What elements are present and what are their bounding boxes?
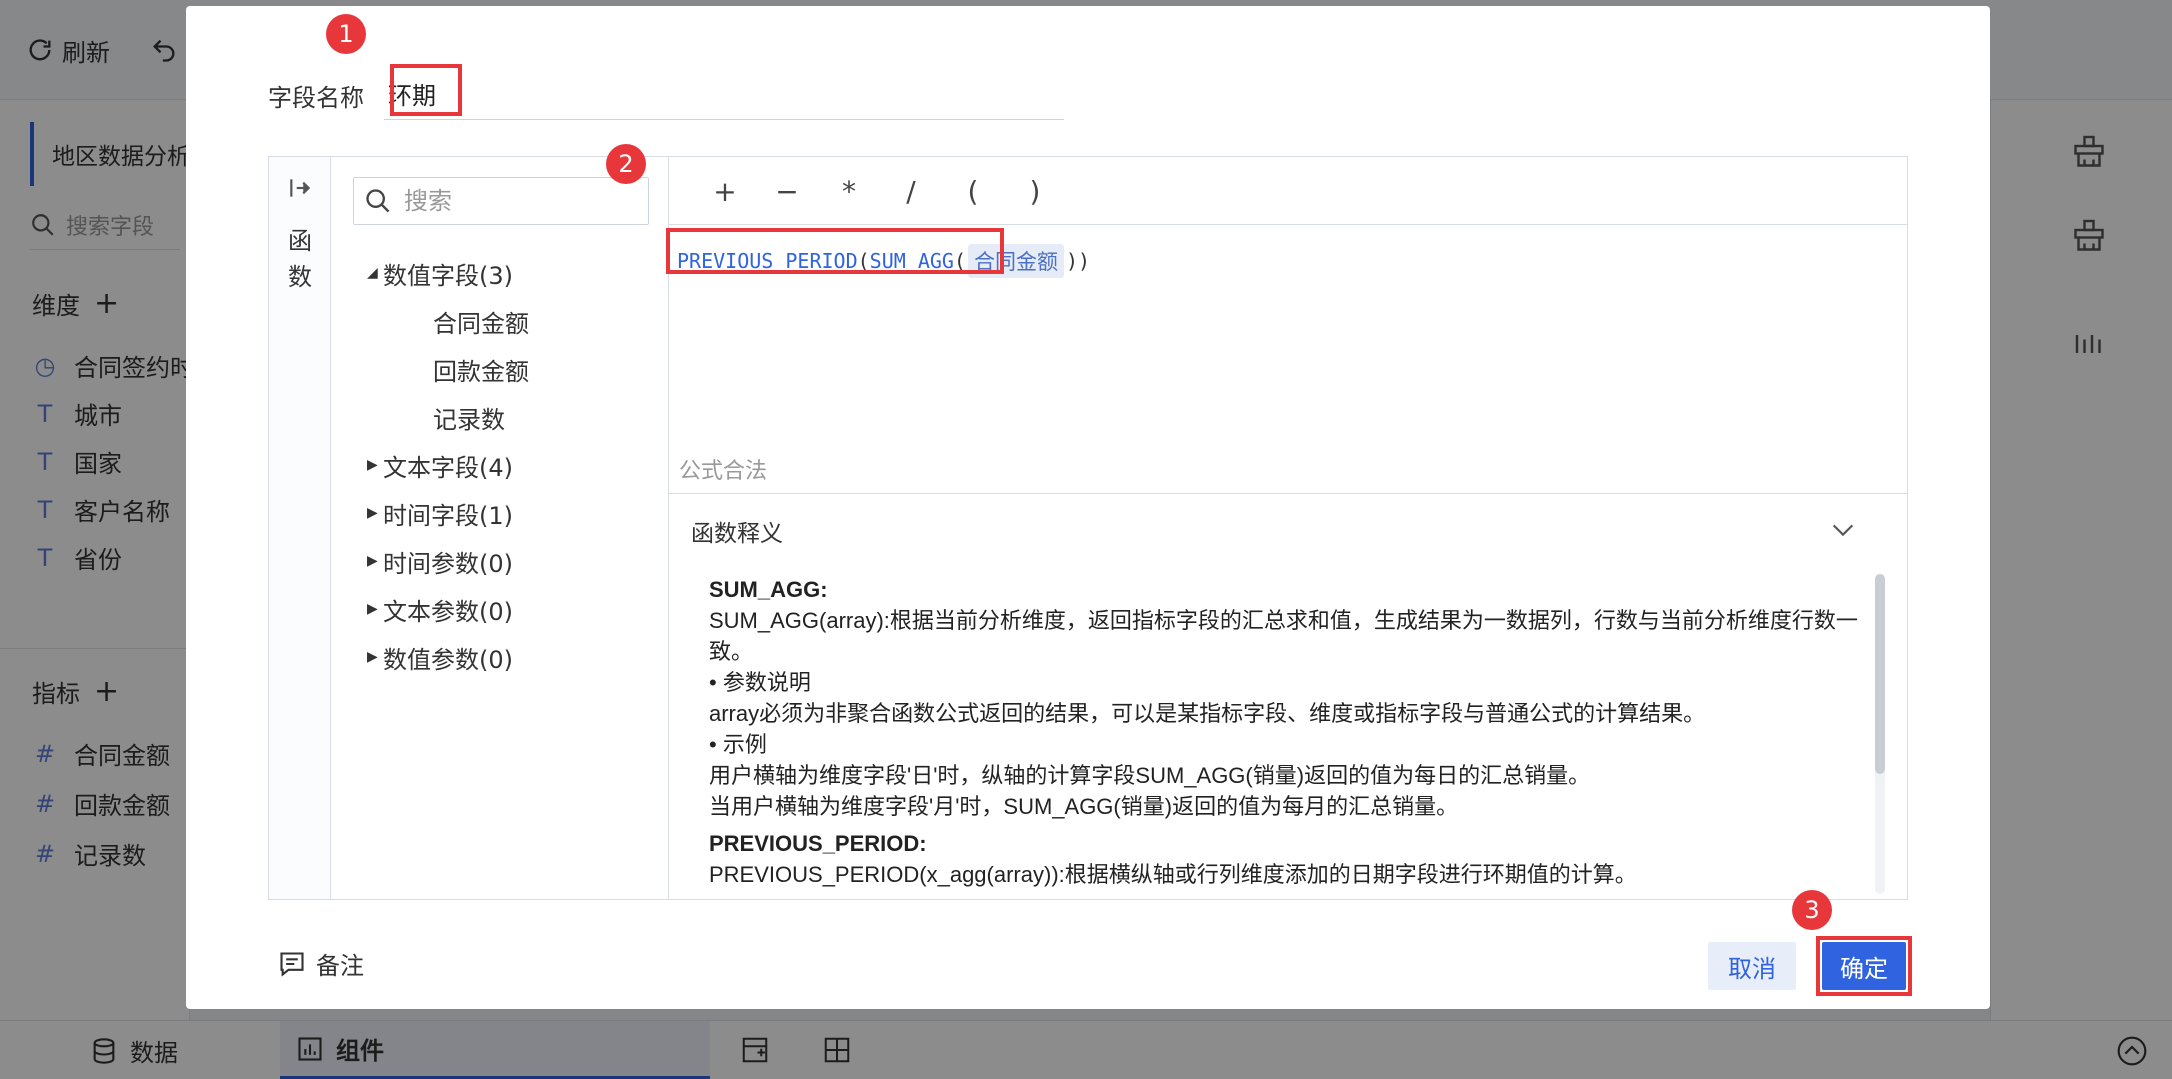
function-rail: 函数 [269, 157, 331, 899]
caret-right-icon: ▶ [367, 601, 378, 617]
doc-header: 函数释义 [691, 521, 783, 547]
field-search-box[interactable] [353, 177, 649, 225]
tree-node-number-fields[interactable]: ◢ 数值字段(3) [367, 253, 513, 293]
doc-example-2: 当用户横轴为维度字段'月'时，SUM_AGG(销量)返回的值为每月的汇总销量。 [709, 794, 1459, 819]
field-search-input[interactable] [404, 187, 624, 215]
tree-leaf[interactable]: 记录数 [433, 397, 505, 437]
function-doc-panel: 函数释义 SUM_AGG: SUM_AGG(array):根据当前分析维度，返回… [669, 493, 1907, 899]
chevron-down-icon[interactable] [1829, 516, 1857, 544]
cancel-button[interactable]: 取消 [1708, 942, 1796, 990]
doc-example-1: 用户横轴为维度字段'日'时，纵轴的计算字段SUM_AGG(销量)返回的值为每日的… [709, 763, 1591, 788]
highlight-box [666, 228, 1004, 274]
step-badge-3: 3 [1792, 890, 1832, 930]
doc-example-title: • 示例 [709, 732, 767, 757]
function-tab[interactable]: 函数 [285, 223, 315, 295]
calculated-field-dialog: 1 字段名称 函数 ◢ 数值字段(3) 合同金额 回款金额 记录数 ▶ 文本字段(4… [186, 6, 1990, 1009]
operator-divide[interactable]: / [891, 171, 931, 211]
tree-node-label: 时间参数(0) [383, 549, 513, 578]
tree-node-text-fields[interactable]: ▶ 文本字段(4) [367, 445, 513, 485]
caret-right-icon: ▶ [367, 505, 378, 521]
highlight-box [390, 64, 462, 116]
comment-icon [280, 951, 304, 977]
expand-panel-icon[interactable] [287, 175, 313, 201]
tree-node-label: 数值参数(0) [383, 645, 513, 674]
tree-node-label: 数值字段(3) [383, 261, 513, 290]
tree-node-time-params[interactable]: ▶ 时间参数(0) [367, 541, 513, 581]
scroll-thumb[interactable] [1875, 574, 1885, 774]
step-badge-2: 2 [606, 144, 646, 184]
doc-prev-title: PREVIOUS_PERIOD: [709, 831, 927, 856]
tree-node-time-fields[interactable]: ▶ 时间字段(1) [367, 493, 513, 533]
doc-param-desc: array必须为非聚合函数公式返回的结果，可以是某指标字段、维度或指标字段与普通… [709, 701, 1706, 726]
operator-left-paren[interactable]: ( [953, 171, 993, 211]
field-name-label: 字段名称 [268, 84, 364, 112]
paren: )) [1066, 249, 1091, 273]
step-badge-1: 1 [326, 14, 366, 54]
doc-prev-desc: PREVIOUS_PERIOD(x_agg(array)):根据横纵轴或行列维度… [709, 862, 1637, 887]
doc-body: SUM_AGG: SUM_AGG(array):根据当前分析维度，返回指标字段的… [709, 574, 1869, 890]
formula-editor: 函数 ◢ 数值字段(3) 合同金额 回款金额 记录数 ▶ 文本字段(4) ▶ 时间字段… [268, 156, 1908, 900]
operator-minus[interactable]: − [767, 171, 807, 211]
note-label: 备注 [316, 952, 364, 980]
tree-node-number-params[interactable]: ▶ 数值参数(0) [367, 637, 513, 677]
operator-plus[interactable]: + [705, 171, 745, 211]
field-name-field[interactable] [384, 68, 1064, 120]
note-button[interactable]: 备注 [278, 946, 364, 981]
doc-sum-agg-title: SUM_AGG: [709, 577, 828, 602]
tree-node-label: 时间字段(1) [383, 501, 513, 530]
operator-bar: + − * / ( ) [669, 157, 1907, 225]
tree-node-label: 文本参数(0) [383, 597, 513, 626]
caret-right-icon: ▶ [367, 457, 378, 473]
tree-leaf[interactable]: 合同金额 [433, 301, 529, 341]
caret-right-icon: ▶ [367, 649, 378, 665]
doc-sum-agg-desc: SUM_AGG(array):根据当前分析维度，返回指标字段的汇总求和值，生成结… [709, 608, 1858, 664]
doc-scrollbar[interactable] [1875, 574, 1885, 894]
tree-node-text-params[interactable]: ▶ 文本参数(0) [367, 589, 513, 629]
search-icon [366, 189, 390, 213]
tree-node-label: 文本字段(4) [383, 453, 513, 482]
caret-right-icon: ▶ [367, 553, 378, 569]
caret-down-icon: ◢ [367, 265, 378, 281]
field-list-panel: ◢ 数值字段(3) 合同金额 回款金额 记录数 ▶ 文本字段(4) ▶ 时间字段(1)… [331, 157, 669, 899]
tree-leaf[interactable]: 回款金额 [433, 349, 529, 389]
highlight-box [1816, 936, 1912, 996]
formula-valid-status: 公式合法 [679, 459, 768, 484]
operator-multiply[interactable]: * [829, 171, 869, 211]
doc-param-title: • 参数说明 [709, 670, 811, 695]
operator-right-paren[interactable]: ) [1015, 171, 1055, 211]
